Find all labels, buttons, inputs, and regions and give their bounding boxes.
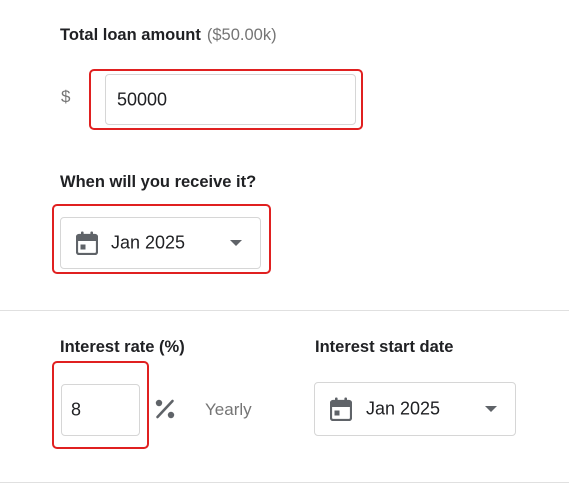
loan-amount-input[interactable]: 50000 [105, 74, 356, 125]
currency-symbol: $ [61, 87, 71, 106]
interest-rate-value: 8 [71, 399, 82, 420]
percent-icon [155, 399, 175, 419]
receive-date-value: Jan 2025 [111, 232, 186, 253]
receive-date-select[interactable]: Jan 2025 [60, 217, 261, 269]
section-divider [0, 310, 569, 311]
interest-start-date-label: Interest start date [315, 338, 454, 356]
interest-start-date-select[interactable]: Jan 2025 [314, 382, 516, 436]
loan-amount-formatted: ($50.00k) [206, 26, 277, 44]
interest-rate-input[interactable]: 8 [61, 384, 140, 436]
loan-amount-value: 50000 [117, 89, 168, 109]
calendar-icon [330, 397, 352, 421]
chevron-down-icon [485, 406, 497, 412]
interest-rate-label: Interest rate (%) [60, 338, 185, 356]
receive-date-label: When will you receive it? [60, 173, 257, 191]
loan-amount-label-text: Total loan amount [60, 26, 201, 44]
loan-form: Total loan amount ($50.00k) $ 50000 When … [0, 0, 569, 487]
interest-frequency: Yearly [205, 400, 252, 419]
bottom-divider [0, 482, 569, 483]
calendar-icon [76, 231, 98, 255]
chevron-down-icon [230, 240, 242, 246]
loan-amount-label: Total loan amount ($50.00k) [60, 26, 277, 45]
interest-start-date-value: Jan 2025 [366, 398, 441, 419]
